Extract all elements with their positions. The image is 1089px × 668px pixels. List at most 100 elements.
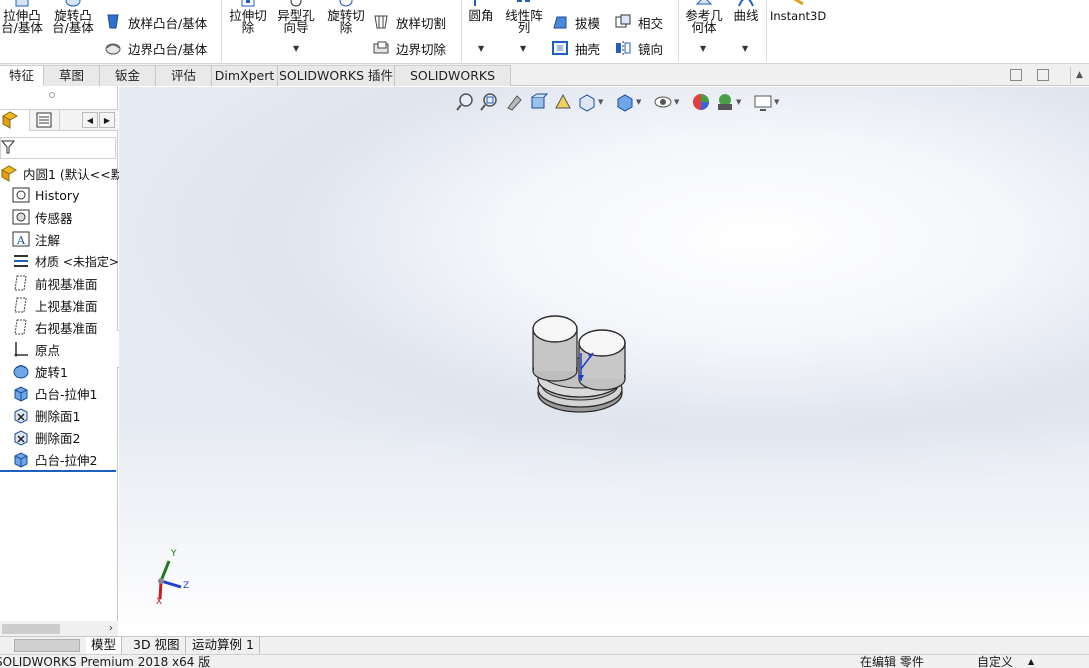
tab-evaluate[interactable]: 评估	[156, 65, 212, 86]
boundary-cut-icon	[373, 41, 389, 54]
curves-button[interactable]: 曲线	[730, 0, 762, 22]
tree-item-label: 材质 <未指定>	[35, 254, 119, 269]
restore-icon[interactable]	[1010, 69, 1022, 81]
section-view-icon[interactable]	[529, 92, 549, 112]
boundary-cut-button[interactable]: 边界切除	[372, 38, 446, 58]
boundary-boss-button[interactable]: 边界凸台/基体	[104, 38, 207, 58]
instant3d-button[interactable]: Instant3D	[770, 0, 826, 22]
tab-nav-buttons[interactable]	[14, 639, 80, 652]
linear-pattern-button[interactable]: 线性阵 列	[502, 0, 546, 34]
tab-sketch[interactable]: 草图	[44, 65, 100, 86]
display-style-dropdown-icon[interactable]: ▼	[636, 98, 641, 106]
tree-item-origin[interactable]: 原点	[12, 339, 60, 359]
tree-item-front-plane[interactable]: 前视基准面	[12, 273, 98, 293]
intersect-button[interactable]: 相交	[614, 12, 663, 32]
tree-filter-input[interactable]	[0, 137, 116, 159]
tree-item-delete-face2[interactable]: 删除面2	[12, 427, 80, 447]
hole-wizard-dropdown-icon[interactable]: ▼	[293, 44, 299, 53]
fillet-dropdown-icon[interactable]: ▼	[478, 44, 484, 53]
view-orientation-icon[interactable]	[577, 92, 597, 112]
instant3d-label: Instant3D	[770, 9, 827, 23]
tree-item-label: 凸台-拉伸1	[35, 386, 98, 402]
panel-horizontal-scrollbar[interactable]: ›	[0, 621, 118, 637]
property-manager-tab[interactable]	[30, 110, 60, 131]
previous-view-icon[interactable]	[505, 92, 525, 112]
tree-item-delete-face1[interactable]: 删除面1	[12, 405, 80, 425]
filter-icon	[0, 140, 16, 154]
mirror-button[interactable]: 镜向	[614, 38, 663, 58]
revolve-boss-button[interactable]: 旋转凸 台/基体	[50, 0, 96, 34]
zoom-to-area-icon[interactable]	[479, 92, 499, 112]
draft-button[interactable]: 拔模	[551, 12, 600, 32]
scrollbar-thumb[interactable]	[2, 624, 60, 634]
view-settings-dropdown-icon[interactable]: ▼	[774, 98, 779, 106]
status-edit-mode: 在编辑 零件	[860, 655, 924, 668]
tree-item-annotations[interactable]: A 注解	[12, 229, 60, 249]
tree-item-material[interactable]: 材质 <未指定>	[12, 251, 119, 271]
graphics-area[interactable]: ▼ ▼ ▼ ▼ ▼ Y Z X	[119, 87, 1089, 637]
hole-wizard-button[interactable]: 异型孔 向导	[274, 0, 318, 34]
panel-scroll-right-icon[interactable]: ▶	[99, 112, 115, 128]
tab-3d-views[interactable]: 3D 视图	[128, 637, 186, 654]
scroll-right-icon[interactable]: ›	[104, 621, 118, 637]
tab-dimxpert[interactable]: DimXpert	[212, 65, 278, 86]
loft-boss-button[interactable]: 放样凸台/基体	[104, 12, 207, 32]
panel-collapse-dot[interactable]	[49, 92, 55, 98]
view-orientation-dropdown-icon[interactable]: ▼	[598, 98, 603, 106]
instant3d-icon	[793, 0, 804, 6]
triad-z-label: Z	[183, 581, 190, 591]
feature-manager-tab[interactable]	[0, 110, 30, 131]
tree-item-label: 传感器	[35, 210, 73, 226]
viewport-gradient	[119, 417, 1089, 637]
linear-pattern-dropdown-icon[interactable]: ▼	[520, 44, 526, 53]
curves-dropdown-icon[interactable]: ▼	[742, 44, 748, 53]
loft-cut-icon	[374, 15, 388, 29]
zoom-to-fit-icon[interactable]	[455, 92, 475, 112]
edit-appearance-icon[interactable]	[691, 92, 711, 112]
status-units-dropdown-icon[interactable]: ▲	[1028, 655, 1034, 668]
revolve-feature-icon	[13, 365, 29, 379]
reference-geometry-dropdown-icon[interactable]: ▼	[700, 44, 706, 53]
panel-scroll-left-icon[interactable]: ◀	[82, 112, 98, 128]
reference-geometry-button[interactable]: 参考几 何体	[682, 0, 726, 34]
scroll-up-icon[interactable]: ▲	[1070, 67, 1088, 84]
apply-scene-dropdown-icon[interactable]: ▼	[736, 98, 741, 106]
tree-item-right-plane[interactable]: 右视基准面	[12, 317, 98, 337]
loft-cut-button[interactable]: 放样切割	[372, 12, 446, 32]
reference-geometry-icon	[695, 0, 713, 5]
revolve-cut-label: 旋转切 除	[327, 8, 365, 35]
tree-item-history[interactable]: History	[12, 185, 79, 205]
part-model[interactable]	[525, 309, 635, 421]
tree-item-revolve1[interactable]: 旋转1	[12, 361, 68, 381]
display-style-icon[interactable]	[615, 92, 635, 112]
fillet-icon	[474, 0, 476, 6]
hide-show-dropdown-icon[interactable]: ▼	[674, 98, 679, 106]
revolve-cut-button[interactable]: 旋转切 除	[324, 0, 368, 34]
status-units[interactable]: 自定义	[977, 655, 1013, 668]
apply-scene-icon[interactable]	[715, 92, 735, 112]
tab-mbd[interactable]: SOLIDWORKS MBD	[395, 65, 511, 102]
tab-model[interactable]: 模型	[86, 637, 123, 654]
tab-sheet-metal[interactable]: 钣金	[100, 65, 156, 86]
view-settings-icon[interactable]	[753, 92, 773, 112]
rollback-bar[interactable]	[0, 470, 116, 472]
tree-item-sensors[interactable]: 传感器	[12, 207, 73, 227]
extrude-boss-button[interactable]: 拉伸凸 台/基体	[0, 0, 44, 34]
triad-z-axis	[160, 579, 182, 589]
fillet-button[interactable]: 圆角	[464, 0, 498, 22]
extrude-cut-button[interactable]: 拉伸切 除	[226, 0, 270, 34]
tab-motion-study[interactable]: 运动算例 1	[187, 637, 260, 654]
tab-features[interactable]: 特征	[0, 65, 44, 86]
tab-addins[interactable]: SOLIDWORKS 插件	[278, 65, 395, 86]
tree-item-top-plane[interactable]: 上视基准面	[12, 295, 98, 315]
expand-icon[interactable]	[1037, 69, 1049, 81]
tree-item-boss-extrude1[interactable]: 凸台-拉伸1	[12, 383, 97, 403]
status-bar: SOLIDWORKS Premium 2018 x64 版 在编辑 零件 自定义…	[0, 654, 1089, 668]
tree-root-part[interactable]: 内圆1 (默认<<默认	[0, 163, 136, 183]
dynamic-annotation-icon[interactable]	[553, 92, 573, 112]
shell-button[interactable]: 抽壳	[551, 38, 600, 58]
tree-item-boss-extrude2[interactable]: 凸台-拉伸2	[12, 449, 97, 469]
tree-item-label: 凸台-拉伸2	[35, 452, 98, 468]
hide-show-items-icon[interactable]	[653, 92, 673, 112]
history-icon	[12, 187, 30, 203]
